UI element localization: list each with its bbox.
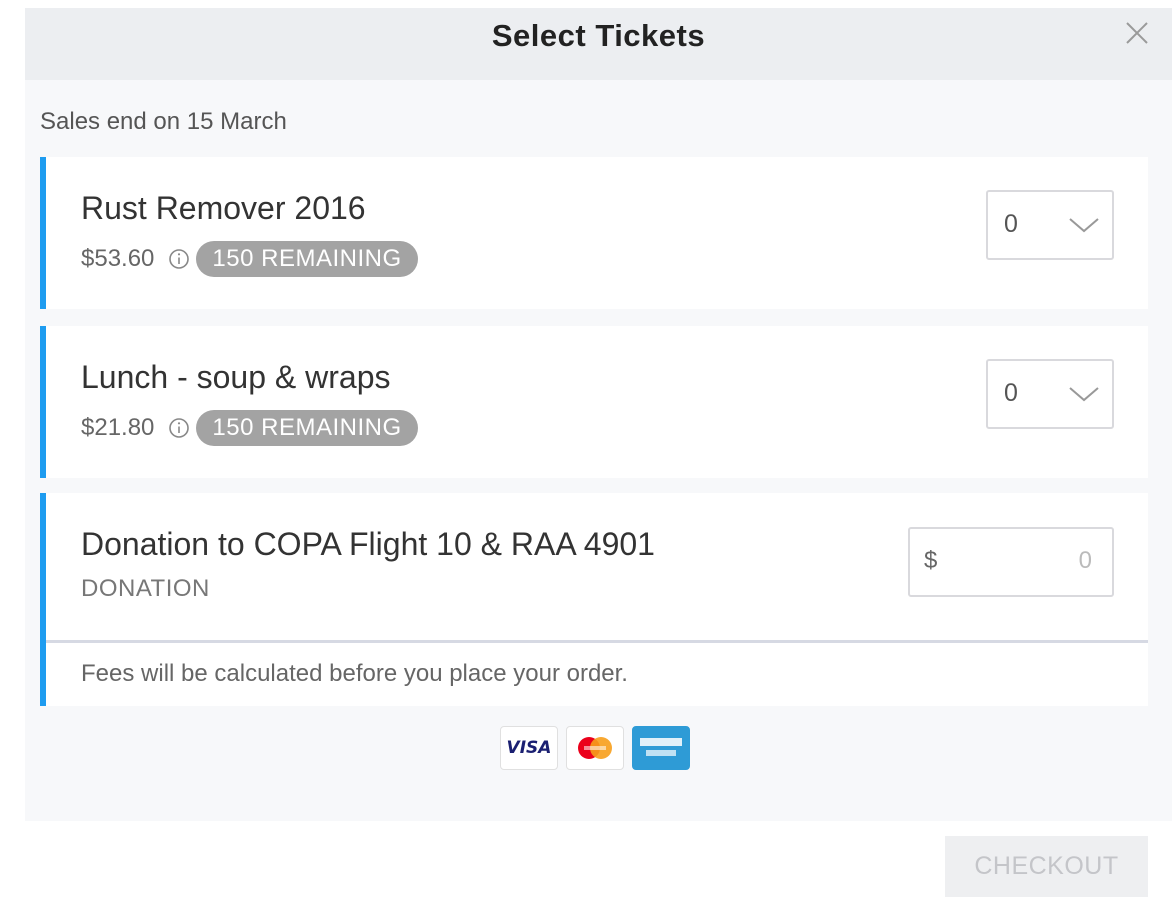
fees-note: Fees will be calculated before you place… xyxy=(81,660,628,687)
ticket-card: Rust Remover 2016 $53.60 150 REMAINING 0 xyxy=(40,157,1148,309)
ticket-name: Rust Remover 2016 xyxy=(81,190,366,226)
close-icon[interactable] xyxy=(1124,20,1150,46)
chevron-down-icon xyxy=(1069,218,1099,233)
donation-value: 0 xyxy=(1078,547,1092,574)
ticket-name: Lunch - soup & wraps xyxy=(81,359,391,395)
modal-title: Select Tickets xyxy=(491,18,706,53)
donation-card: Donation to COPA Flight 10 & RAA 4901 DO… xyxy=(40,493,1148,706)
remaining-badge: 150 REMAINING xyxy=(196,241,418,277)
info-icon[interactable] xyxy=(168,417,190,439)
checkout-button[interactable]: CHECKOUT xyxy=(945,836,1148,897)
info-icon[interactable] xyxy=(168,248,190,270)
donation-amount-input[interactable]: $ 0 xyxy=(908,527,1114,597)
divider xyxy=(46,640,1148,643)
quantity-select[interactable]: 0 xyxy=(986,190,1114,260)
visa-label: VISA xyxy=(506,738,552,758)
select-tickets-modal: Select Tickets Sales end on 15 March Rus… xyxy=(25,8,1172,821)
ticket-price-row: $53.60 150 REMAINING xyxy=(81,241,418,277)
american-express-icon xyxy=(632,726,690,770)
quantity-value: 0 xyxy=(1004,379,1018,407)
donation-label: DONATION xyxy=(81,575,210,602)
mastercard-icon xyxy=(566,726,624,770)
donation-name: Donation to COPA Flight 10 & RAA 4901 xyxy=(81,526,655,562)
visa-icon: VISA xyxy=(500,726,558,770)
sales-end-text: Sales end on 15 March xyxy=(40,108,287,135)
chevron-down-icon xyxy=(1069,387,1099,402)
quantity-select[interactable]: 0 xyxy=(986,359,1114,429)
remaining-badge: 150 REMAINING xyxy=(196,410,418,446)
ticket-price: $53.60 xyxy=(81,245,155,272)
currency-symbol: $ xyxy=(924,547,938,574)
quantity-value: 0 xyxy=(1004,210,1018,238)
modal-header: Select Tickets xyxy=(25,8,1172,80)
ticket-price: $21.80 xyxy=(81,414,155,441)
ticket-price-row: $21.80 150 REMAINING xyxy=(81,410,418,446)
ticket-card: Lunch - soup & wraps $21.80 150 REMAININ… xyxy=(40,326,1148,478)
payment-methods: VISA xyxy=(500,726,690,770)
